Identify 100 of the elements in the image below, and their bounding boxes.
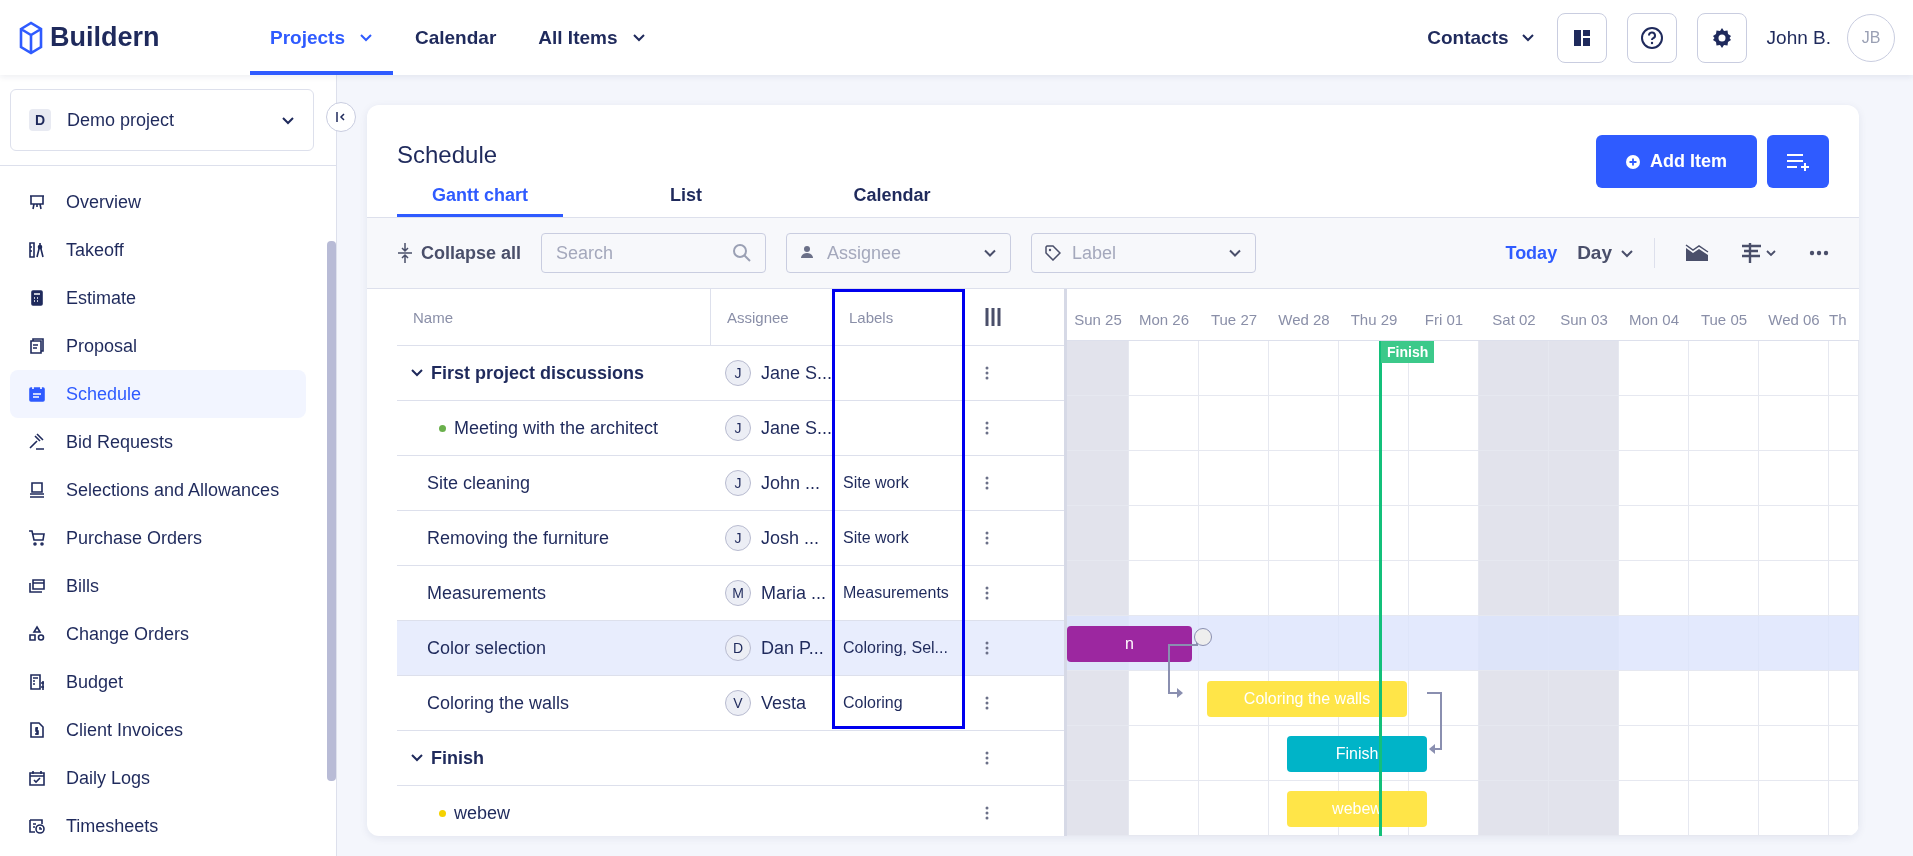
- assignee-dropdown[interactable]: Assignee: [786, 233, 1012, 273]
- more-icon[interactable]: [985, 696, 989, 710]
- table-row[interactable]: Color selection D Dan P... Coloring, Sel...: [397, 621, 1064, 676]
- day-label: Tue 27: [1209, 311, 1259, 328]
- assignee-name: Jane S...: [761, 362, 833, 384]
- sidebar-item[interactable]: Client Invoices: [10, 706, 306, 754]
- settings-button[interactable]: [1696, 12, 1747, 63]
- table-row[interactable]: Meeting with the architect J Jane S...: [397, 401, 1064, 456]
- sidebar-item[interactable]: Bills: [10, 562, 306, 610]
- task-name: Meeting with the architect: [454, 417, 659, 439]
- day-label: Mon 26: [1137, 311, 1190, 328]
- project-selector[interactable]: D Demo project: [10, 89, 314, 151]
- label-text: Coloring: [843, 694, 903, 711]
- add-list-button[interactable]: [1767, 135, 1829, 188]
- more-icon[interactable]: [985, 641, 989, 655]
- assignee-name: Maria ...: [761, 582, 826, 604]
- ruler-icon: [28, 241, 46, 259]
- table-row[interactable]: Coloring the walls V Vesta Coloring: [397, 676, 1064, 731]
- task-name: webew: [454, 802, 511, 824]
- sidebar-item[interactable]: Bid Requests: [10, 418, 306, 466]
- column-header: Assignee: [726, 307, 790, 328]
- task-name: Measurements: [427, 582, 547, 604]
- assignee-avatar: J: [725, 470, 751, 496]
- assignee-avatar: V: [725, 690, 751, 716]
- assignee-name: John ...: [761, 472, 821, 494]
- clock-icon: [28, 817, 46, 835]
- task-name: Finish: [431, 747, 484, 769]
- more-icon[interactable]: [985, 476, 989, 490]
- caret-icon[interactable]: [411, 754, 423, 762]
- label-text: Site work: [843, 474, 909, 491]
- more-icon[interactable]: [985, 421, 989, 435]
- view-tab[interactable]: List: [603, 181, 769, 217]
- day-label: Sun 03: [1559, 311, 1609, 328]
- scrollbar[interactable]: [327, 241, 336, 781]
- day-label: Mon 04: [1627, 311, 1680, 328]
- more-icon[interactable]: [985, 366, 989, 380]
- help-button[interactable]: [1626, 12, 1677, 63]
- table-row[interactable]: First project discussions J Jane S...: [397, 346, 1064, 401]
- collapse-sidebar-button[interactable]: [326, 102, 356, 132]
- sidebar-item[interactable]: Schedule: [10, 370, 306, 418]
- more-icon[interactable]: [985, 751, 989, 765]
- assignee-avatar: J: [725, 525, 751, 551]
- table-row[interactable]: Site cleaning J John ... Site work: [397, 456, 1064, 511]
- sidebar-item[interactable]: Daily Logs: [10, 754, 306, 802]
- sidebar-item[interactable]: Timesheets: [10, 802, 306, 850]
- day-label: Fri 01: [1423, 311, 1465, 328]
- calc-icon: [28, 289, 46, 307]
- day-label: Sat 02: [1491, 311, 1537, 328]
- nav-link[interactable]: All Items: [518, 0, 666, 75]
- contacts-menu[interactable]: Contacts: [1427, 26, 1535, 49]
- sidebar-item[interactable]: Takeoff: [10, 226, 306, 274]
- sidebar-item[interactable]: Estimate: [10, 274, 306, 322]
- chart-view-button[interactable]: [1685, 244, 1709, 262]
- day-label: Wed 28: [1277, 311, 1331, 328]
- sidebar-item[interactable]: Purchase Orders: [10, 514, 306, 562]
- bars-icon: [1739, 242, 1779, 264]
- task-name: Removing the furniture: [427, 527, 610, 549]
- sidebar-item[interactable]: Selections and Allowances: [10, 466, 306, 514]
- calcheck-icon: [28, 769, 46, 787]
- caret-icon[interactable]: [411, 369, 423, 377]
- columns-icon[interactable]: [985, 307, 1001, 327]
- area-chart-icon: [1685, 244, 1709, 262]
- chevron-down-icon: [1620, 248, 1634, 258]
- more-icon[interactable]: [985, 806, 989, 820]
- assignee-name: Vesta: [761, 692, 807, 714]
- more-icon[interactable]: [985, 531, 989, 545]
- label-text: Site work: [843, 529, 909, 546]
- table-row[interactable]: webew: [397, 786, 1064, 836]
- sidebar-item[interactable]: Budget: [10, 658, 306, 706]
- layout-button[interactable]: [1556, 12, 1607, 63]
- logo-icon: [18, 20, 44, 55]
- sidebar-item[interactable]: Change Orders: [10, 610, 306, 658]
- collapse-all-button[interactable]: Collapse all: [397, 242, 522, 264]
- scale-dropdown[interactable]: Day: [1577, 242, 1634, 264]
- table-row[interactable]: Removing the furniture J Josh ... Site work: [397, 511, 1064, 566]
- nav-link[interactable]: Calendar: [395, 0, 517, 75]
- chevron-down-icon: [1228, 248, 1243, 258]
- more-icon[interactable]: [985, 586, 989, 600]
- task-bar[interactable]: n: [1067, 626, 1192, 662]
- label-dropdown[interactable]: Label: [1031, 233, 1257, 273]
- sidebar-item[interactable]: Overview: [10, 178, 306, 226]
- today-link[interactable]: Today: [1505, 242, 1558, 264]
- day-label: Thu 29: [1349, 311, 1399, 328]
- search-field[interactable]: Search: [541, 233, 767, 273]
- view-tab[interactable]: Calendar: [809, 181, 975, 217]
- milestone-marker: Finish: [1381, 341, 1435, 363]
- more-button[interactable]: [1809, 250, 1829, 256]
- project-name: Demo project: [67, 109, 176, 131]
- brand-name[interactable]: Buildern: [50, 22, 160, 53]
- day-label: Wed 06: [1767, 311, 1821, 328]
- assignee-avatar: J: [725, 360, 751, 386]
- collapse-icon: [335, 111, 347, 123]
- label-text: Coloring, Sel...: [843, 639, 948, 656]
- assignee-avatar: D: [725, 635, 751, 661]
- add-item-button[interactable]: Add Item: [1596, 135, 1757, 188]
- bills-icon: [28, 577, 46, 595]
- table-row[interactable]: Finish: [397, 731, 1064, 786]
- gantt-layout-button[interactable]: [1739, 242, 1779, 264]
- sidebar-item[interactable]: Proposal: [10, 322, 306, 370]
- task-name: First project discussions: [431, 362, 645, 384]
